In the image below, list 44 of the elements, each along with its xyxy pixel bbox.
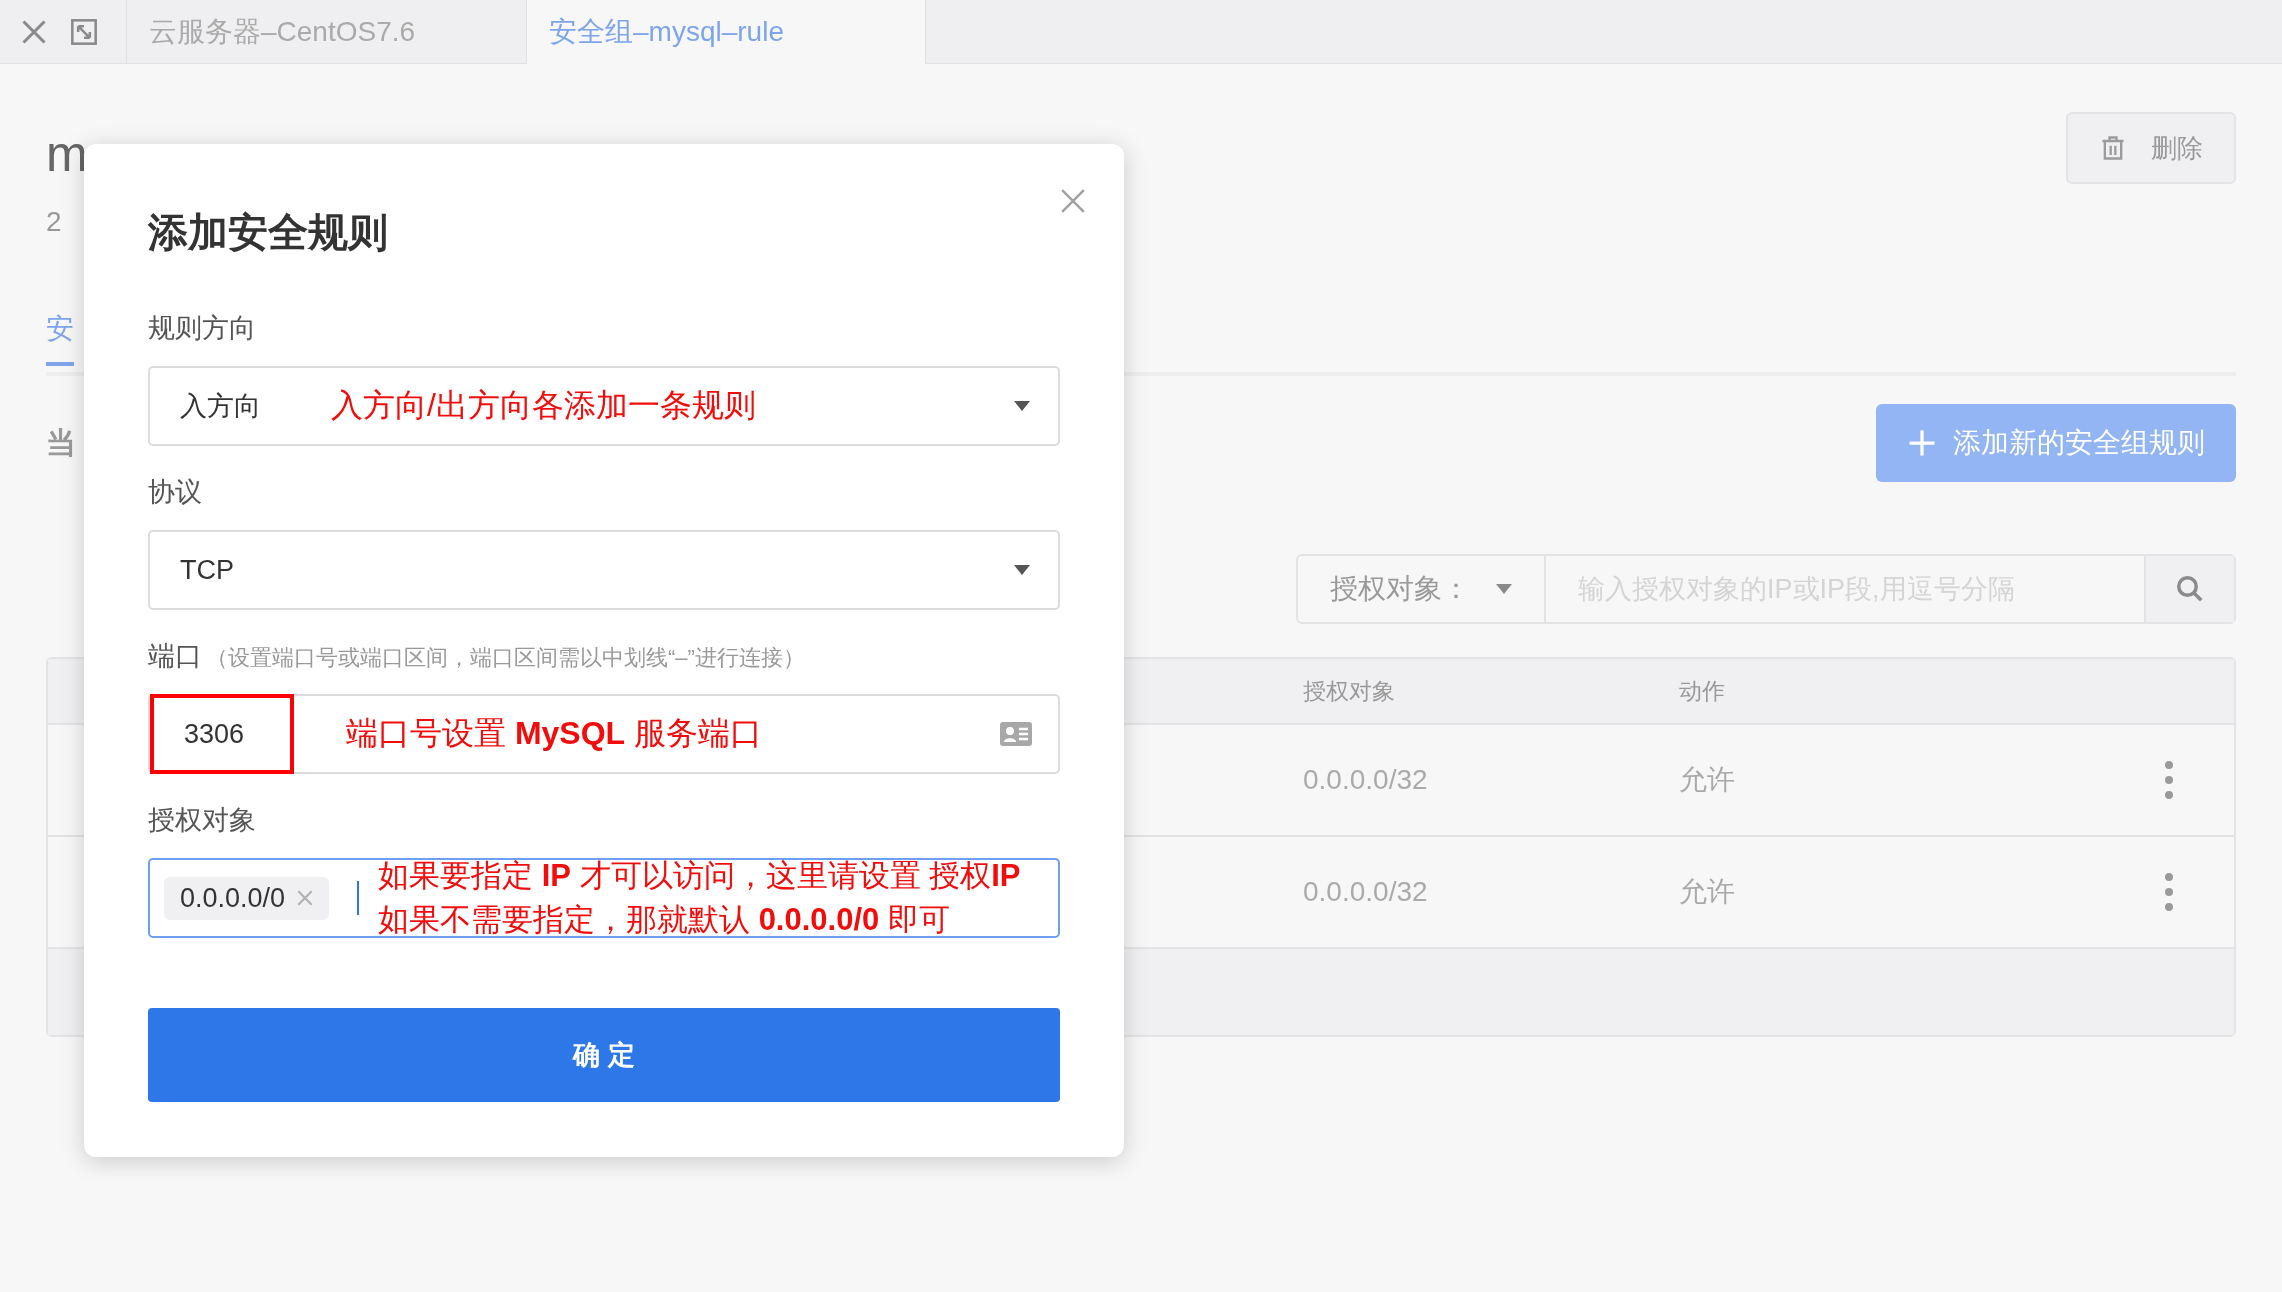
remove-icon[interactable] xyxy=(297,890,314,906)
field-label: 协议 xyxy=(148,476,202,509)
port-field[interactable]: 3306 端口号设置 MySQL 服务端口 xyxy=(148,694,1060,774)
dialog-title: 添加安全规则 xyxy=(148,209,389,256)
close-icon[interactable] xyxy=(1060,188,1086,214)
page-title: m xyxy=(46,125,88,184)
section-tab[interactable]: 安 xyxy=(46,310,74,366)
ip-tag: 0.0.0.0/0 xyxy=(164,876,330,920)
filter-select[interactable]: 授权对象： xyxy=(1298,556,1546,622)
add-rule-button[interactable]: 添加新的安全组规则 xyxy=(1876,404,2236,482)
caret-icon xyxy=(1012,564,1032,576)
browser-tab[interactable]: 安全组–mysql–rule xyxy=(526,0,926,64)
select-field[interactable]: 入方向 入方向/出方向各添加一条规则 xyxy=(148,366,1060,446)
port-value: 3306 xyxy=(150,694,294,774)
field-hint: （设置端口号或端口区间，端口区间需以中划线“–”进行连接） xyxy=(206,644,805,672)
tags-field[interactable]: 0.0.0.0/0 如果要指定 IP 才可以访问，这里请设置 授权IP 如果不需要指定，那就默认 0.0.0.0/0 即可 xyxy=(148,858,1060,938)
table-cell-text: 允许 xyxy=(1679,763,1736,797)
annotation-text: 如果要指定 IP 才可以访问，这里请设置 授权IP xyxy=(378,857,1021,895)
column-header: 动作 xyxy=(1679,676,1726,706)
annotation-text: 端口号设置 MySQL 服务端口 xyxy=(346,714,762,753)
search-button[interactable] xyxy=(2144,556,2234,622)
id-card-icon xyxy=(1000,722,1032,746)
plus-icon xyxy=(1907,428,1937,458)
confirm-button[interactable]: 确 定 xyxy=(148,1008,1060,1102)
more-icon[interactable] xyxy=(2164,872,2174,912)
more-icon[interactable] xyxy=(2164,760,2174,800)
caret-icon xyxy=(1012,400,1032,412)
annotation-text: 如果不需要指定，那就默认 0.0.0.0/0 即可 xyxy=(378,901,951,939)
delete-button[interactable]: 删除 xyxy=(2066,112,2236,184)
note-text: 当 xyxy=(46,424,76,461)
table-cell-text: 允许 xyxy=(1679,875,1736,909)
select-field[interactable]: TCP xyxy=(148,530,1060,610)
field-label: 端口 xyxy=(148,640,202,673)
close-icon[interactable] xyxy=(20,17,48,46)
search-icon xyxy=(2175,574,2205,604)
annotation-text: 入方向/出方向各添加一条规则 xyxy=(331,386,756,425)
table-cell-text: 0.0.0.0/32 xyxy=(1303,764,1429,796)
table-cell-text: 0.0.0.0/32 xyxy=(1303,876,1429,908)
page-subtitle: 2 xyxy=(46,206,63,238)
column-header: 授权对象 xyxy=(1303,676,1396,706)
caret-icon xyxy=(1494,583,1514,595)
field-label: 授权对象 xyxy=(148,804,256,837)
expand-icon[interactable] xyxy=(70,17,98,46)
field-label: 规则方向 xyxy=(148,312,256,345)
